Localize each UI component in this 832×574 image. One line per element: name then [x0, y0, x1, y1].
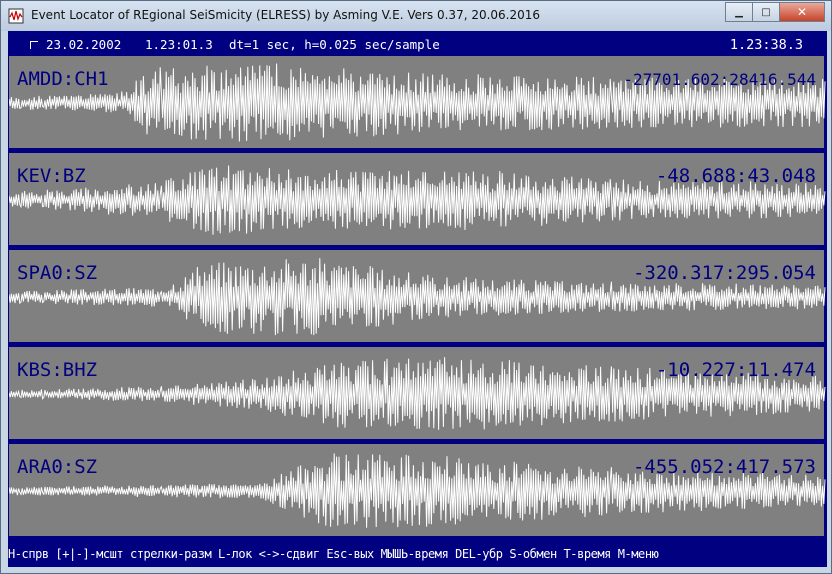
seismogram-viewer[interactable]: 23.02.2002 1.23:01.3 dt=1 sec, h=0.025 s… [8, 31, 827, 567]
cursor-time: 1.23:38.3 [729, 37, 803, 53]
channel-trace-kev[interactable]: KEV:BZ -48.688:43.048 [8, 152, 826, 246]
keyboard-hints-bar: H-спрв [+|-]-мсшт стрелки-разм L-лок <->… [8, 547, 659, 561]
app-icon [8, 8, 24, 24]
record-date: 23.02.2002 [46, 37, 122, 52]
title-bar[interactable]: Event Locator of REgional SeiSmicity (EL… [1, 1, 831, 31]
channel-name: ARA0:SZ [17, 456, 98, 478]
channel-name: KBS:BHZ [17, 359, 98, 381]
amplitude-range: -27701.602:28416.544 [623, 70, 816, 89]
amplitude-range: -455.052:417.573 [632, 456, 816, 478]
close-icon: ✕ [796, 5, 808, 19]
app-window: Event Locator of REgional SeiSmicity (EL… [0, 0, 832, 574]
amplitude-range: -48.688:43.048 [655, 165, 816, 187]
maximize-button[interactable]: □ [752, 2, 780, 22]
channel-name: AMDD:CH1 [17, 68, 109, 90]
amplitude-range: -10.227:11.474 [655, 359, 816, 381]
channel-trace-ara0[interactable]: ARA0:SZ -455.052:417.573 [8, 443, 826, 537]
corner-mark-icon [30, 41, 38, 49]
channel-name: KEV:BZ [17, 165, 86, 187]
close-button[interactable]: ✕ [779, 2, 825, 22]
minimize-button[interactable]: ▁ [725, 2, 753, 22]
minimize-icon: ▁ [735, 6, 743, 18]
channel-trace-kbs[interactable]: KBS:BHZ -10.227:11.474 [8, 346, 826, 440]
amplitude-range: -320.317:295.054 [632, 262, 816, 284]
maximize-icon: □ [761, 6, 771, 18]
channel-trace-amdd[interactable]: AMDD:CH1 -27701.602:28416.544 [8, 55, 826, 149]
sampling-params: dt=1 sec, h=0.025 sec/sample [229, 37, 440, 52]
channel-trace-spa0[interactable]: SPA0:SZ -320.317:295.054 [8, 249, 826, 343]
record-start-time: 1.23:01.3 [145, 37, 213, 52]
channel-list: AMDD:CH1 -27701.602:28416.544 KEV:BZ -48… [8, 55, 827, 544]
channel-name: SPA0:SZ [17, 262, 98, 284]
window-title: Event Locator of REgional SeiSmicity (EL… [31, 8, 541, 22]
info-header: 23.02.2002 1.23:01.3 dt=1 sec, h=0.025 s… [8, 35, 827, 53]
